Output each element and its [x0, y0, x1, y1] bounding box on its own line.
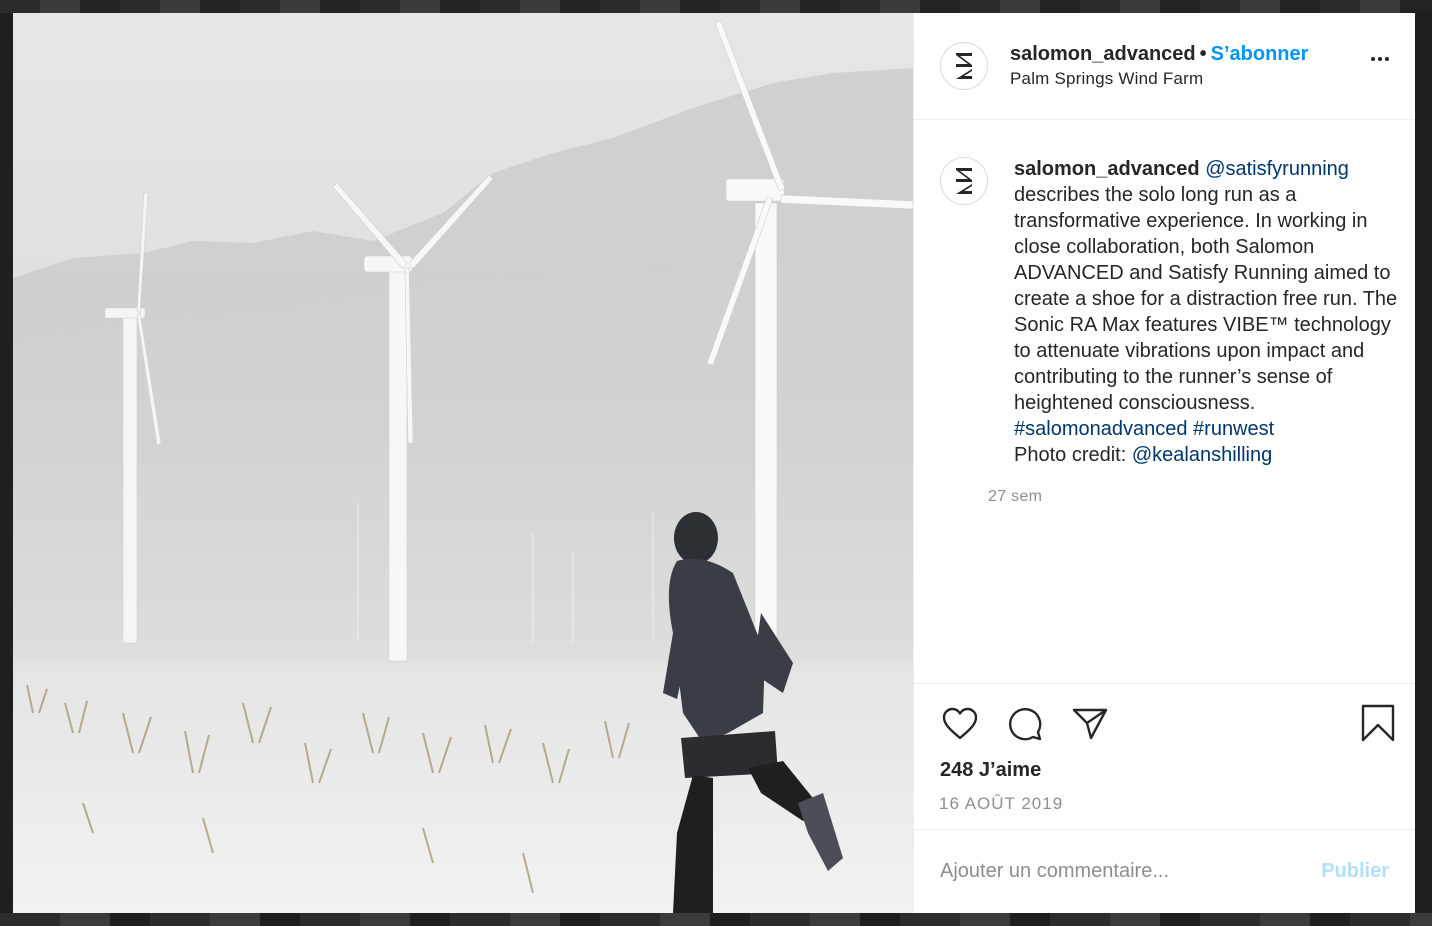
salomon-logo-icon: [956, 53, 972, 79]
comment-bar: Publier: [914, 829, 1415, 913]
paper-plane-icon: [1072, 708, 1108, 740]
caption-text: salomon_advanced @satisfyrunning describ…: [1014, 156, 1402, 468]
post-sidebar: salomon_advanced • S’abonner Palm Springs …: [913, 13, 1415, 913]
credit-label: Photo credit:: [1014, 444, 1127, 466]
mention-link[interactable]: @satisfyrunning: [1205, 158, 1349, 180]
post-photo[interactable]: [13, 13, 913, 913]
actions-section: 248 J’aime 16 AOÛT 2019: [914, 683, 1415, 814]
background-strip-bottom: [0, 913, 1432, 926]
caption-area: salomon_advanced @satisfyrunning describ…: [940, 156, 1397, 506]
save-button[interactable]: [1361, 704, 1395, 747]
post-time-ago[interactable]: 27 sem: [988, 488, 1402, 506]
more-options-icon[interactable]: [1371, 57, 1389, 61]
header-username[interactable]: salomon_advanced: [1010, 43, 1196, 65]
comment-input[interactable]: [940, 860, 1322, 883]
hashtag-link[interactable]: #runwest: [1193, 418, 1274, 440]
post-modal: salomon_advanced • S’abonner Palm Springs …: [13, 13, 1415, 913]
location-link[interactable]: Palm Springs Wind Farm: [1010, 69, 1308, 89]
credit-mention-link[interactable]: @kealanshilling: [1132, 444, 1272, 466]
heart-icon: [942, 707, 978, 740]
separator-dot: •: [1199, 43, 1207, 65]
post-date[interactable]: 16 AOÛT 2019: [914, 794, 1415, 814]
background-strip-top: [0, 0, 1432, 13]
photo-runner-wind-farm: [13, 13, 913, 913]
share-button[interactable]: [1070, 704, 1110, 744]
avatar[interactable]: [940, 42, 988, 90]
follow-button[interactable]: S’abonner: [1211, 43, 1309, 65]
salomon-logo-icon: [956, 168, 972, 194]
like-button[interactable]: [940, 704, 980, 744]
comment-button[interactable]: [1005, 704, 1045, 744]
post-header: salomon_advanced • S’abonner Palm Springs …: [914, 13, 1415, 120]
comment-icon: [1009, 708, 1042, 741]
caption-body: describes the solo long run as a transfo…: [1014, 184, 1398, 414]
publish-button[interactable]: Publier: [1321, 860, 1389, 883]
action-bar: [914, 684, 1415, 764]
caption-avatar[interactable]: [940, 157, 988, 205]
bookmark-icon: [1361, 704, 1395, 742]
caption-username[interactable]: salomon_advanced: [1014, 158, 1200, 180]
hashtag-link[interactable]: #salomonadvanced: [1014, 418, 1187, 440]
